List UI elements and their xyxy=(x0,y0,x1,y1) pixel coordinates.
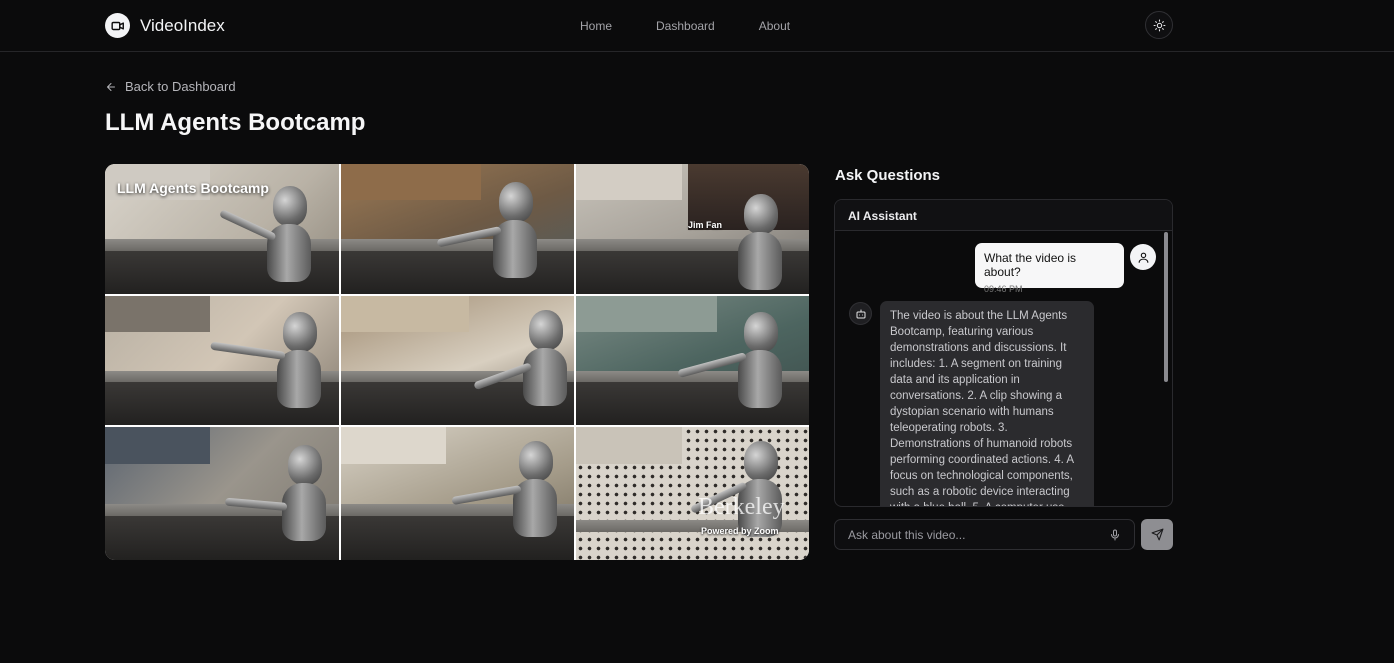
berkeley-watermark: Berkeley xyxy=(698,494,785,520)
back-link-label: Back to Dashboard xyxy=(125,79,236,94)
nav-about[interactable]: About xyxy=(759,19,790,33)
user-message-text: What the video is about? xyxy=(984,251,1077,279)
brand-name: VideoIndex xyxy=(140,15,225,35)
theme-toggle-button[interactable] xyxy=(1145,11,1173,39)
bot-icon xyxy=(849,302,872,325)
video-overlay-title: LLM Agents Bootcamp xyxy=(117,180,269,196)
brand[interactable]: VideoIndex xyxy=(105,13,225,38)
nav-home[interactable]: Home xyxy=(580,19,612,33)
page-title: LLM Agents Bootcamp xyxy=(105,109,366,136)
video-frame xyxy=(576,296,809,425)
question-input-wrapper xyxy=(834,519,1135,550)
video-camera-icon xyxy=(105,13,130,38)
video-frame xyxy=(105,296,339,425)
powered-by-label: Powered by Zoom xyxy=(701,526,779,536)
video-frame xyxy=(341,164,574,294)
back-to-dashboard-link[interactable]: Back to Dashboard xyxy=(105,79,236,94)
user-avatar-icon xyxy=(1130,244,1156,270)
question-input[interactable] xyxy=(835,520,1105,549)
send-icon xyxy=(1151,528,1163,541)
arrow-left-icon xyxy=(107,82,115,91)
video-frame xyxy=(341,427,574,560)
nav-dashboard[interactable]: Dashboard xyxy=(656,19,715,33)
user-message: What the video is about? 09:46 PM xyxy=(975,243,1124,294)
sun-icon xyxy=(1153,19,1165,31)
chat-panel-title: AI Assistant xyxy=(835,200,1172,231)
video-frame xyxy=(341,296,574,425)
assistant-message: The video is about the LLM Agents Bootca… xyxy=(880,301,1094,506)
microphone-icon[interactable] xyxy=(1109,528,1121,542)
main-nav: Home Dashboard About xyxy=(580,19,790,33)
video-frame xyxy=(105,427,339,560)
send-button[interactable] xyxy=(1141,519,1173,550)
chat-panel: AI Assistant What the video is about? 09… xyxy=(834,199,1173,507)
speaker-name: Jim Fan xyxy=(688,220,723,230)
ask-questions-heading: Ask Questions xyxy=(835,167,941,184)
user-message-time: 09:46 PM xyxy=(984,284,1023,294)
chat-scrollbar[interactable] xyxy=(1164,232,1168,382)
top-nav-bar: VideoIndex Home Dashboard About xyxy=(0,0,1394,52)
